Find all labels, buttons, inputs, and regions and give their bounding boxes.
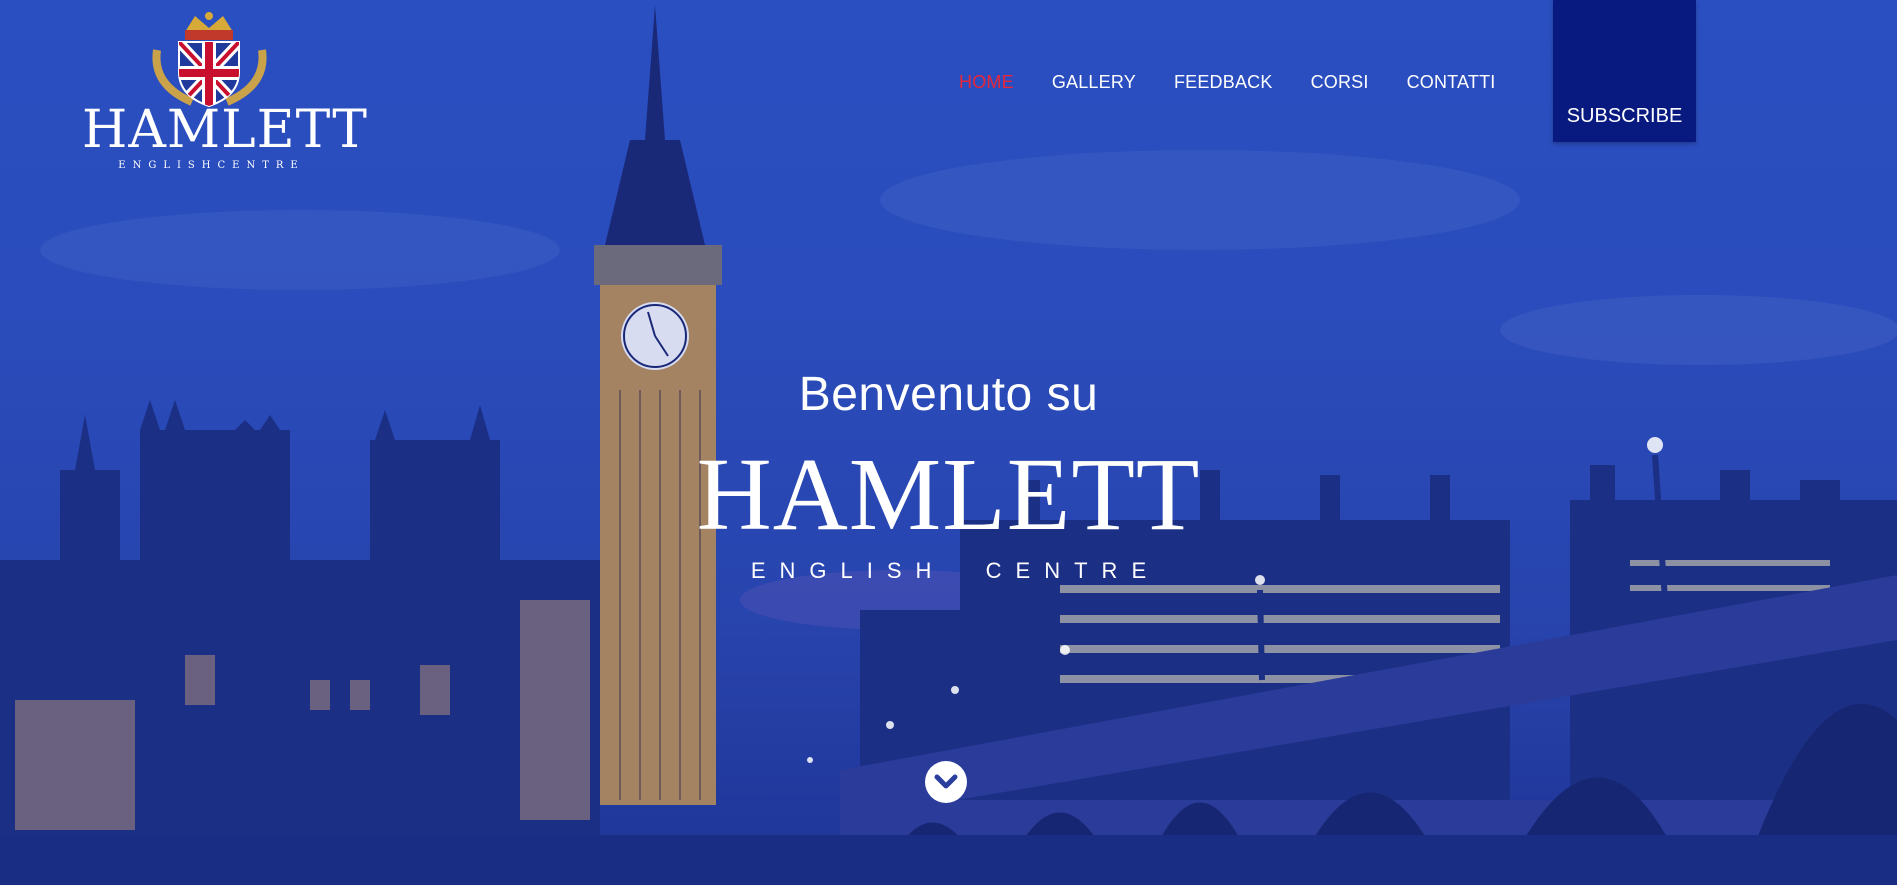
nav-item-gallery[interactable]: GALLERY <box>1052 72 1136 93</box>
chevron-down-icon <box>934 774 958 789</box>
logo-subtitle: ENGLISHCENTRE <box>118 160 305 171</box>
subscribe-label: SUBSCRIBE <box>1566 105 1683 127</box>
hero-subtitle: ENGLISH CENTRE <box>750 558 1161 583</box>
scroll-down-button[interactable] <box>925 761 967 803</box>
hero-welcome: Benvenuto su <box>798 368 1099 421</box>
nav-item-contatti[interactable]: CONTATTI <box>1407 72 1496 93</box>
nav-item-home[interactable]: HOME <box>959 72 1014 93</box>
hero-title: HAMLETT <box>696 437 1201 552</box>
subscribe-button[interactable]: SUBSCRIBE <box>1553 0 1696 142</box>
site-logo[interactable]: HAMLETT ENGLISHCENTRE <box>82 10 368 171</box>
union-jack-crest-icon <box>152 12 267 108</box>
main-nav: HOME GALLERY FEEDBACK CORSI CONTATTI <box>959 70 1534 94</box>
hero-section: HAMLETT ENGLISHCENTRE HOME GALLERY FEEDB… <box>0 0 1897 885</box>
nav-item-corsi[interactable]: CORSI <box>1311 72 1369 93</box>
logo-name: HAMLETT <box>82 100 368 160</box>
nav-item-feedback[interactable]: FEEDBACK <box>1174 72 1273 93</box>
